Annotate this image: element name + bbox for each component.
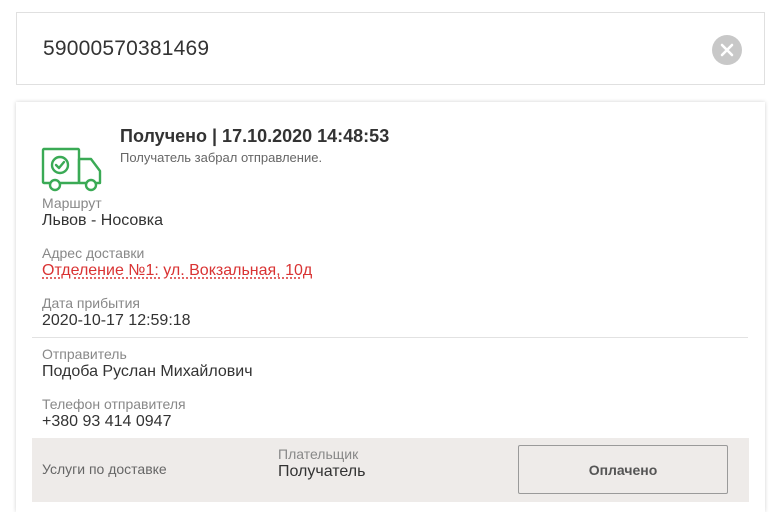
payer-label: Плательщик bbox=[278, 446, 359, 462]
payer-value: Получатель bbox=[278, 463, 366, 480]
tracking-number-input[interactable]: 59000570381469 bbox=[43, 37, 209, 61]
sender-phone: +380 93 414 0947 bbox=[42, 413, 172, 430]
paid-button[interactable]: Оплачено bbox=[518, 445, 728, 494]
address-label: Адрес доставки bbox=[42, 245, 145, 261]
sender-name: Подоба Руслан Михайлович bbox=[42, 363, 253, 380]
clear-search-button[interactable] bbox=[712, 35, 742, 65]
tracking-search-box[interactable]: 59000570381469 bbox=[16, 12, 765, 85]
close-icon bbox=[720, 43, 734, 57]
route-value: Львов - Носовка bbox=[42, 212, 164, 229]
truck-icon bbox=[41, 147, 102, 192]
sender-label: Отправитель bbox=[42, 346, 127, 362]
tracking-result-card: Получено | 17.10.2020 14:48:53 Получател… bbox=[16, 102, 765, 512]
divider bbox=[32, 337, 748, 338]
status-subtitle: Получатель забрал отправление. bbox=[120, 150, 323, 165]
sender-phone-label: Телефон отправителя bbox=[42, 396, 186, 412]
arrival-label: Дата прибытия bbox=[42, 295, 140, 311]
address-link[interactable]: Отделение №1: ул. Вокзальная, 10д bbox=[42, 262, 312, 280]
route-label: Маршрут bbox=[42, 195, 102, 211]
status-title: Получено | 17.10.2020 14:48:53 bbox=[120, 126, 390, 146]
delivery-services-label: Услуги по доставке bbox=[42, 461, 167, 477]
payment-footer: Услуги по доставке Плательщик Получатель… bbox=[32, 438, 749, 502]
arrival-value: 2020-10-17 12:59:18 bbox=[42, 312, 191, 329]
